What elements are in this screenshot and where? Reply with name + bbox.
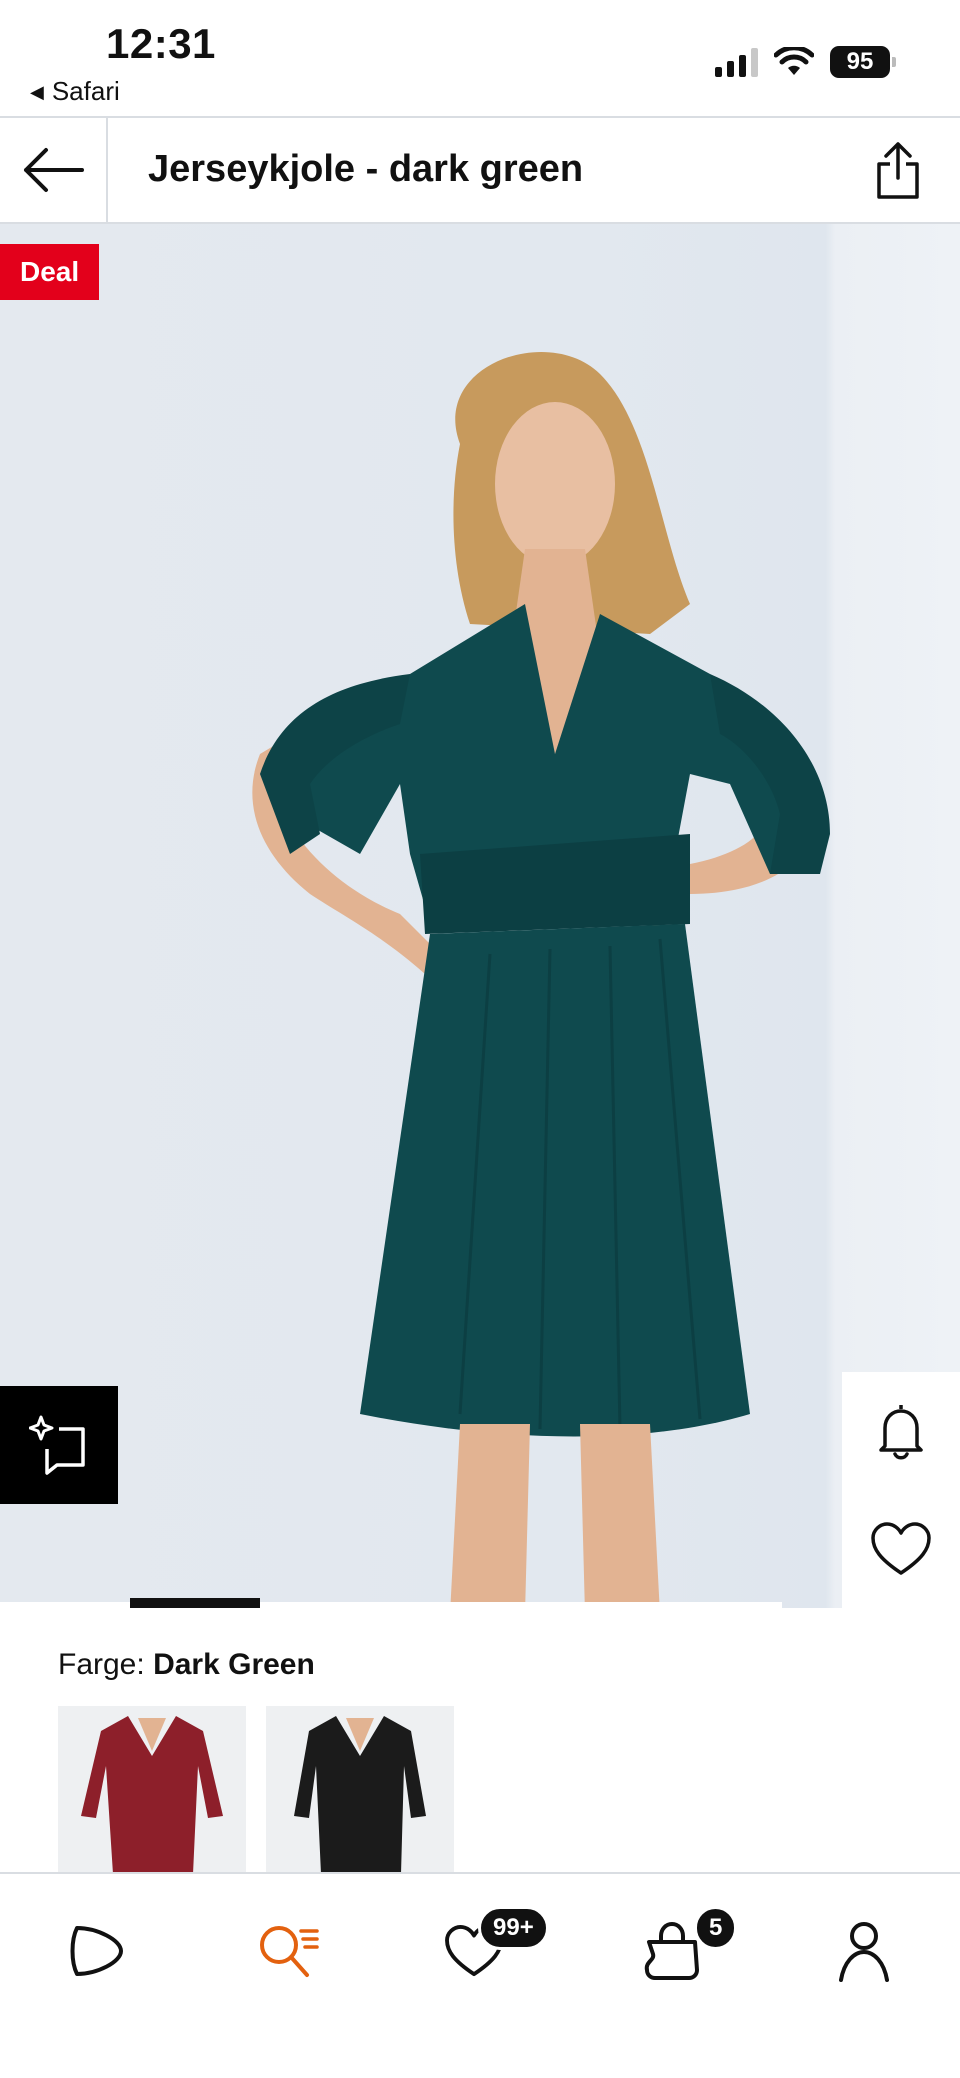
color-swatch-burgundy[interactable] <box>58 1706 246 1874</box>
tab-account[interactable] <box>804 1906 924 1996</box>
back-to-safari-link[interactable]: ◀ Safari <box>30 76 120 107</box>
share-icon <box>877 142 919 199</box>
back-app-label: Safari <box>51 76 120 106</box>
wishlist-count-badge: 99+ <box>478 1906 549 1950</box>
ai-style-assistant-button[interactable] <box>0 1386 118 1504</box>
selected-color-name: Dark Green <box>153 1648 315 1681</box>
bottom-tab-bar: 99+ 5 <box>0 1872 960 2078</box>
search-icon <box>260 1926 319 1977</box>
side-actions-panel <box>842 1372 960 1608</box>
bag-count-badge: 5 <box>694 1906 738 1950</box>
user-icon <box>839 1922 889 1982</box>
status-time: 12:31 <box>106 20 216 67</box>
sparkle-chat-icon <box>29 1415 85 1475</box>
cellular-signal-icon <box>715 47 758 77</box>
tab-home[interactable] <box>36 1906 156 1996</box>
wishlist-add-button[interactable] <box>842 1490 960 1608</box>
share-button[interactable] <box>866 138 930 202</box>
status-bar: 12:31 ◀ Safari 95 <box>0 0 960 116</box>
play-logo-icon <box>70 1926 123 1976</box>
battery-tip <box>892 57 896 67</box>
product-header: Jerseykjole - dark green <box>0 116 960 224</box>
model-in-dark-green-dress-image <box>252 351 830 1608</box>
status-icons: 95 <box>715 46 896 78</box>
notify-button[interactable] <box>842 1372 960 1490</box>
color-label: Farge: Dark Green <box>58 1648 315 1682</box>
deal-badge: Deal <box>0 244 100 300</box>
heart-outline-icon <box>871 1522 931 1575</box>
product-image-gallery[interactable]: Deal <box>0 224 960 1608</box>
color-swatches <box>58 1706 454 1874</box>
back-button[interactable] <box>0 118 108 222</box>
arrow-left-icon <box>24 148 84 192</box>
wifi-icon <box>774 47 814 75</box>
gallery-progress-indicator <box>130 1598 260 1608</box>
bell-icon <box>879 1405 923 1460</box>
battery-indicator: 95 <box>830 46 896 78</box>
tab-bag[interactable]: 5 <box>612 1906 738 1996</box>
color-swatch-black[interactable] <box>266 1706 454 1874</box>
battery-level: 95 <box>830 46 890 78</box>
color-label-prefix: Farge: <box>58 1648 145 1681</box>
tab-wishlist[interactable]: 99+ <box>414 1906 549 1996</box>
back-triangle-icon: ◀ <box>30 82 44 102</box>
color-section: Farge: Dark Green <box>0 1608 960 1874</box>
burgundy-dress-thumbnail <box>81 1716 223 1874</box>
black-dress-thumbnail <box>294 1716 426 1874</box>
tab-search[interactable] <box>228 1906 348 1996</box>
page-title: Jerseykjole - dark green <box>148 148 584 190</box>
